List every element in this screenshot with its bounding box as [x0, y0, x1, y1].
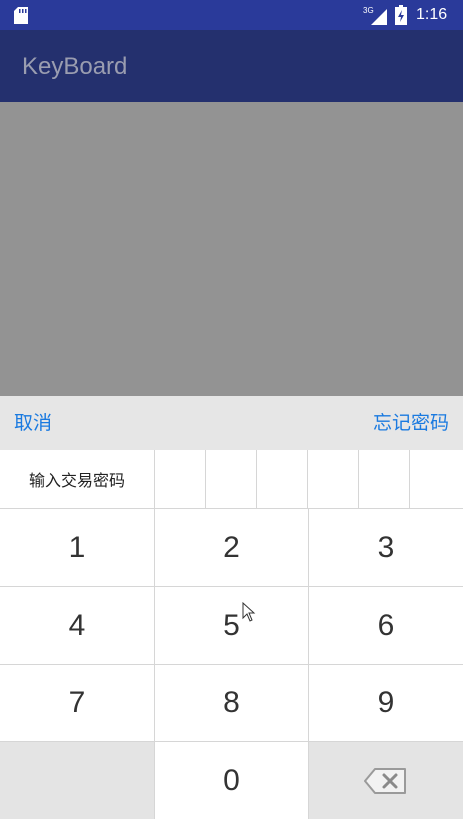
key-1[interactable]: 1	[0, 509, 155, 587]
signal-icon: 3G	[363, 6, 387, 25]
app-title: KeyBoard	[22, 53, 128, 80]
password-label: 输入交易密码	[28, 471, 125, 490]
status-time: 1:16	[416, 6, 448, 23]
key-9[interactable]: 9	[309, 665, 463, 742]
password-digit-box[interactable]	[358, 450, 409, 508]
cancel-button[interactable]: 取消	[14, 410, 52, 436]
sd-card-icon	[14, 7, 28, 24]
key-6[interactable]: 6	[309, 587, 463, 665]
app-bar: KeyBoard	[0, 30, 463, 102]
dim-overlay[interactable]	[0, 102, 463, 396]
numeric-keypad: 1 2 3 4 5 6 7 8 9 0	[0, 509, 463, 819]
network-type-label: 3G	[363, 6, 374, 15]
mouse-cursor-icon	[242, 602, 256, 622]
password-digit-box[interactable]	[154, 450, 205, 508]
key-2[interactable]: 2	[155, 509, 309, 587]
backspace-icon	[364, 767, 406, 794]
key-0[interactable]: 0	[155, 742, 309, 819]
password-digit-box[interactable]	[307, 450, 358, 508]
delete-key[interactable]	[309, 742, 463, 819]
forgot-password-button[interactable]: 忘记密码	[373, 410, 449, 436]
key-8[interactable]: 8	[155, 665, 309, 742]
password-dialog-header: 取消 忘记密码	[0, 396, 463, 450]
password-input-row: 输入交易密码	[0, 450, 463, 509]
battery-icon	[395, 5, 407, 25]
key-blank	[0, 742, 155, 819]
password-digit-box[interactable]	[205, 450, 256, 508]
password-digit-box[interactable]	[256, 450, 307, 508]
key-4[interactable]: 4	[0, 587, 155, 665]
password-digit-box[interactable]	[409, 450, 463, 508]
key-7[interactable]: 7	[0, 665, 155, 742]
key-5[interactable]: 5	[155, 587, 309, 665]
status-bar: 3G 1:16	[0, 0, 463, 30]
key-3[interactable]: 3	[309, 509, 463, 587]
